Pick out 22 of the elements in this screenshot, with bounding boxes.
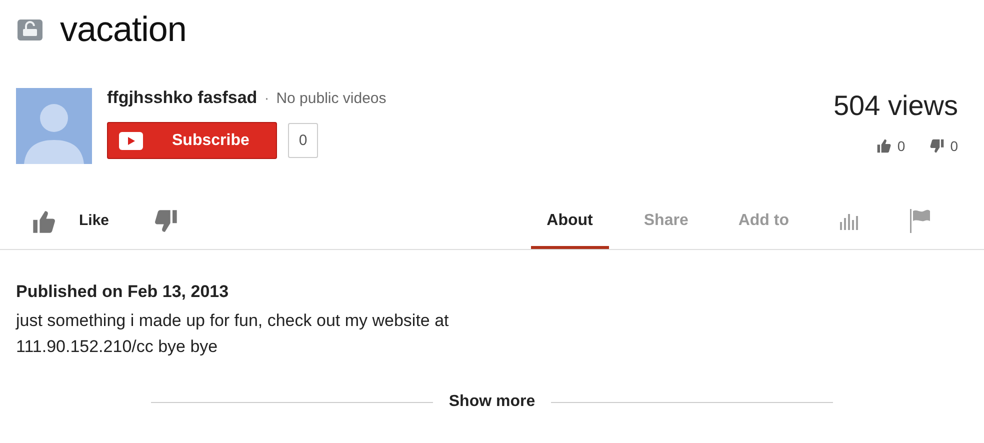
view-count: 504 views bbox=[833, 90, 958, 122]
subscriber-count: 0 bbox=[288, 123, 318, 158]
tab[interactable]: About bbox=[530, 192, 609, 249]
dislike-count: 0 bbox=[950, 138, 958, 154]
bar-chart-icon bbox=[839, 212, 859, 230]
play-icon bbox=[119, 132, 143, 150]
description-text: just something i made up for fun, check out my website at 111.90.152.210/cc bye bye bbox=[16, 310, 450, 358]
videos-note: No public videos bbox=[276, 90, 386, 107]
show-more-button[interactable]: Show more bbox=[432, 393, 552, 411]
separator: · bbox=[264, 90, 270, 107]
subscribe-button[interactable]: Subscribe bbox=[107, 122, 277, 159]
publish-date: Published on Feb 13, 2013 bbox=[16, 282, 230, 302]
like-count: 0 bbox=[897, 138, 906, 154]
like-button[interactable]: Like bbox=[31, 206, 110, 234]
flag-icon bbox=[909, 208, 931, 232]
lock-icon bbox=[17, 19, 43, 41]
thumbs-down-icon bbox=[929, 138, 946, 154]
video-title: vacation bbox=[60, 10, 186, 50]
channel-name[interactable]: ffgjhsshko fasfsad bbox=[107, 88, 258, 108]
thumbs-up-icon bbox=[31, 208, 57, 234]
dislike-button[interactable] bbox=[153, 208, 180, 234]
thumbs-up-icon bbox=[876, 138, 892, 154]
